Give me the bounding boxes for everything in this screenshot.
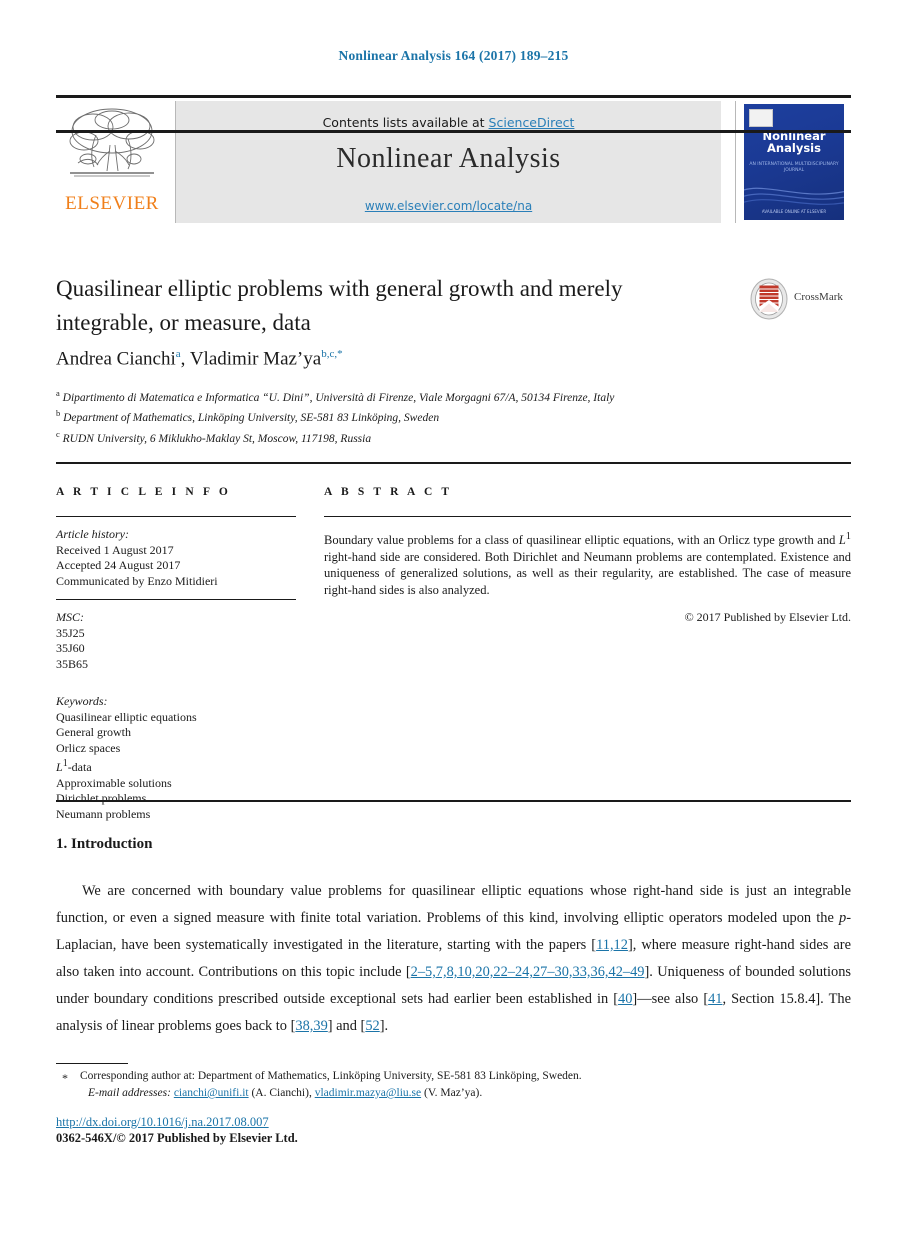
citation-link[interactable]: 40 — [618, 991, 632, 1007]
email-link-cianchi[interactable]: cianchi@unifi.it — [174, 1087, 249, 1099]
keyword-item: Orlicz spaces — [56, 740, 121, 755]
affiliation-list: a Dipartimento di Matematica e Informati… — [56, 386, 776, 447]
author-list: Andrea Cianchia, Vladimir Maz’yab,c,* — [56, 348, 343, 370]
msc-label: MSC: — [56, 610, 84, 624]
article-history-rule — [56, 599, 296, 600]
contents-available-line: Contents lists available at ScienceDirec… — [176, 115, 721, 130]
cover-footer-text: AVAILABLE ONLINE AT ELSEVIER — [761, 209, 827, 214]
abstract-copyright: © 2017 Published by Elsevier Ltd. — [684, 610, 851, 625]
email-owner-1: (A. Cianchi), — [251, 1087, 312, 1099]
email-link-mazya[interactable]: vladimir.mazya@liu.se — [315, 1087, 421, 1099]
corresponding-author-note: Corresponding author at: Department of M… — [80, 1070, 582, 1082]
running-head: Nonlinear Analysis 164 (2017) 189–215 — [338, 48, 569, 63]
keyword-item: Dirichlet problems — [56, 791, 147, 805]
elsevier-tree-icon — [69, 108, 155, 177]
article-info-rule — [56, 516, 296, 517]
elsevier-wordmark: ELSEVIER — [65, 193, 159, 214]
affiliation-mark-c: c — [56, 428, 60, 439]
msc-code: 35B65 — [56, 656, 89, 671]
msc-code: 35J25 — [56, 625, 85, 640]
banner-top-rule — [56, 95, 851, 98]
article-history-received: Received 1 August 2017 — [56, 542, 174, 557]
keyword-item: Approximable solutions — [56, 775, 172, 790]
affiliation-text-c: RUDN University, 6 Miklukho-Maklay St, M… — [62, 432, 372, 445]
banner-center: Contents lists available at ScienceDirec… — [176, 101, 721, 223]
email-label: E-mail addresses: — [88, 1087, 171, 1099]
contents-prefix: Contents lists available at — [322, 115, 489, 130]
section-heading-introduction: 1. Introduction — [56, 836, 153, 852]
keyword-item: Quasilinear elliptic equations — [56, 709, 197, 724]
rule-below-abstract — [56, 800, 851, 802]
affiliation-text-b: Department of Mathematics, Linköping Uni… — [63, 412, 440, 425]
article-info-heading: A R T I C L E I N F O — [56, 486, 231, 498]
footnote-block: * Corresponding author at: Department of… — [56, 1068, 851, 1102]
keywords-block: Keywords: Quasilinear elliptic equations… — [56, 694, 296, 822]
introduction-paragraph: We are concerned with boundary value pro… — [56, 883, 852, 1034]
affiliation-mark-a: a — [56, 388, 60, 398]
crossmark-label: CrossMark — [794, 291, 843, 303]
email-owner-2: (V. Maz’ya). — [423, 1087, 483, 1099]
page-title: Quasilinear elliptic problems with gener… — [56, 272, 716, 340]
journal-banner: ELSEVIER Contents lists available at Sci… — [56, 95, 851, 223]
author-name-2: Vladimir Maz’ya — [189, 348, 322, 370]
citation-link[interactable]: 41 — [708, 991, 722, 1007]
abstract-rule — [324, 516, 851, 517]
affiliation-mark-b: b — [56, 408, 61, 419]
keyword-item: L1-data — [56, 758, 92, 774]
keyword-item: General growth — [56, 725, 131, 739]
cover-title: Nonlinear Analysis — [744, 130, 844, 154]
journal-title: Nonlinear Analysis — [336, 143, 561, 174]
journal-cover-thumbnail[interactable]: Nonlinear Analysis AN INTERNATIONAL MULT… — [735, 101, 851, 223]
affiliation-text-a: Dipartimento di Matematica e Informatica… — [62, 391, 615, 404]
affiliation-item: b Department of Mathematics, Linköping U… — [56, 406, 776, 426]
journal-homepage-link[interactable]: www.elsevier.com/locate/na — [176, 199, 721, 213]
paper-page: Nonlinear Analysis 164 (2017) 189–215 EL… — [0, 0, 907, 1238]
footnote-star-marker: * — [62, 1071, 68, 1085]
article-history-label: Article history: — [56, 527, 129, 541]
abstract-heading: A B S T R A C T — [324, 486, 453, 498]
elsevier-logo: ELSEVIER — [56, 101, 176, 223]
article-history-communicated: Communicated by Enzo Mitidieri — [56, 573, 218, 588]
banner-inner: ELSEVIER Contents lists available at Sci… — [56, 101, 851, 223]
footnote-rule — [56, 1063, 128, 1064]
msc-block: MSC: 35J25 35J60 35B65 — [56, 610, 296, 672]
citation-link[interactable]: 38,39 — [295, 1018, 327, 1034]
title-line-1: Quasilinear elliptic problems with gener… — [56, 276, 623, 301]
article-history-block: Article history: Received 1 August 2017 … — [56, 527, 296, 589]
citation-link[interactable]: 52 — [365, 1018, 379, 1034]
issn-copyright-line: 0362-546X/© 2017 Published by Elsevier L… — [56, 1131, 298, 1145]
introduction-body: We are concerned with boundary value pro… — [56, 878, 851, 1040]
article-info-column: A R T I C L E I N F O Article history: R… — [56, 486, 296, 822]
keywords-label: Keywords: — [56, 694, 108, 708]
citation-link[interactable]: 2–5,7,8,10,20,22–24,27–30,33,36,42–49 — [411, 964, 645, 980]
article-history-accepted: Accepted 24 August 2017 — [56, 558, 181, 572]
author-affil-mark-1[interactable]: a — [176, 348, 181, 360]
crossmark-icon — [750, 278, 788, 320]
abstract-text: Boundary value problems for a class of q… — [324, 531, 851, 597]
title-line-2: integrable, or measure, data — [56, 310, 311, 335]
author-name-1: Andrea Cianchi — [56, 348, 176, 370]
abstract-column: A B S T R A C T Boundary value problems … — [324, 486, 851, 625]
banner-bottom-rule — [56, 130, 851, 133]
journal-cover-image: Nonlinear Analysis AN INTERNATIONAL MULT… — [744, 104, 844, 220]
author-affil-mark-2[interactable]: b,c,* — [321, 348, 342, 360]
msc-code: 35J60 — [56, 641, 85, 655]
affiliation-item: c RUDN University, 6 Miklukho-Maklay St,… — [56, 427, 776, 447]
cover-wave-graphic — [744, 187, 844, 205]
doi-link[interactable]: http://dx.doi.org/10.1016/j.na.2017.08.0… — [56, 1115, 269, 1130]
sciencedirect-link[interactable]: ScienceDirect — [489, 115, 575, 130]
cover-title-line2: Analysis — [767, 141, 821, 155]
affiliation-item: a Dipartimento di Matematica e Informati… — [56, 386, 776, 406]
crossmark-badge[interactable]: CrossMark — [748, 278, 852, 320]
citation-link[interactable]: 11,12 — [596, 937, 628, 953]
cover-elsevier-badge-icon — [749, 109, 773, 127]
keyword-item: Neumann problems — [56, 806, 151, 821]
rule-below-affiliations — [56, 462, 851, 464]
cover-subtitle: AN INTERNATIONAL MULTIDISCIPLINARY JOURN… — [749, 162, 839, 173]
email-addresses-note: E-mail addresses: cianchi@unifi.it (A. C… — [88, 1085, 851, 1102]
